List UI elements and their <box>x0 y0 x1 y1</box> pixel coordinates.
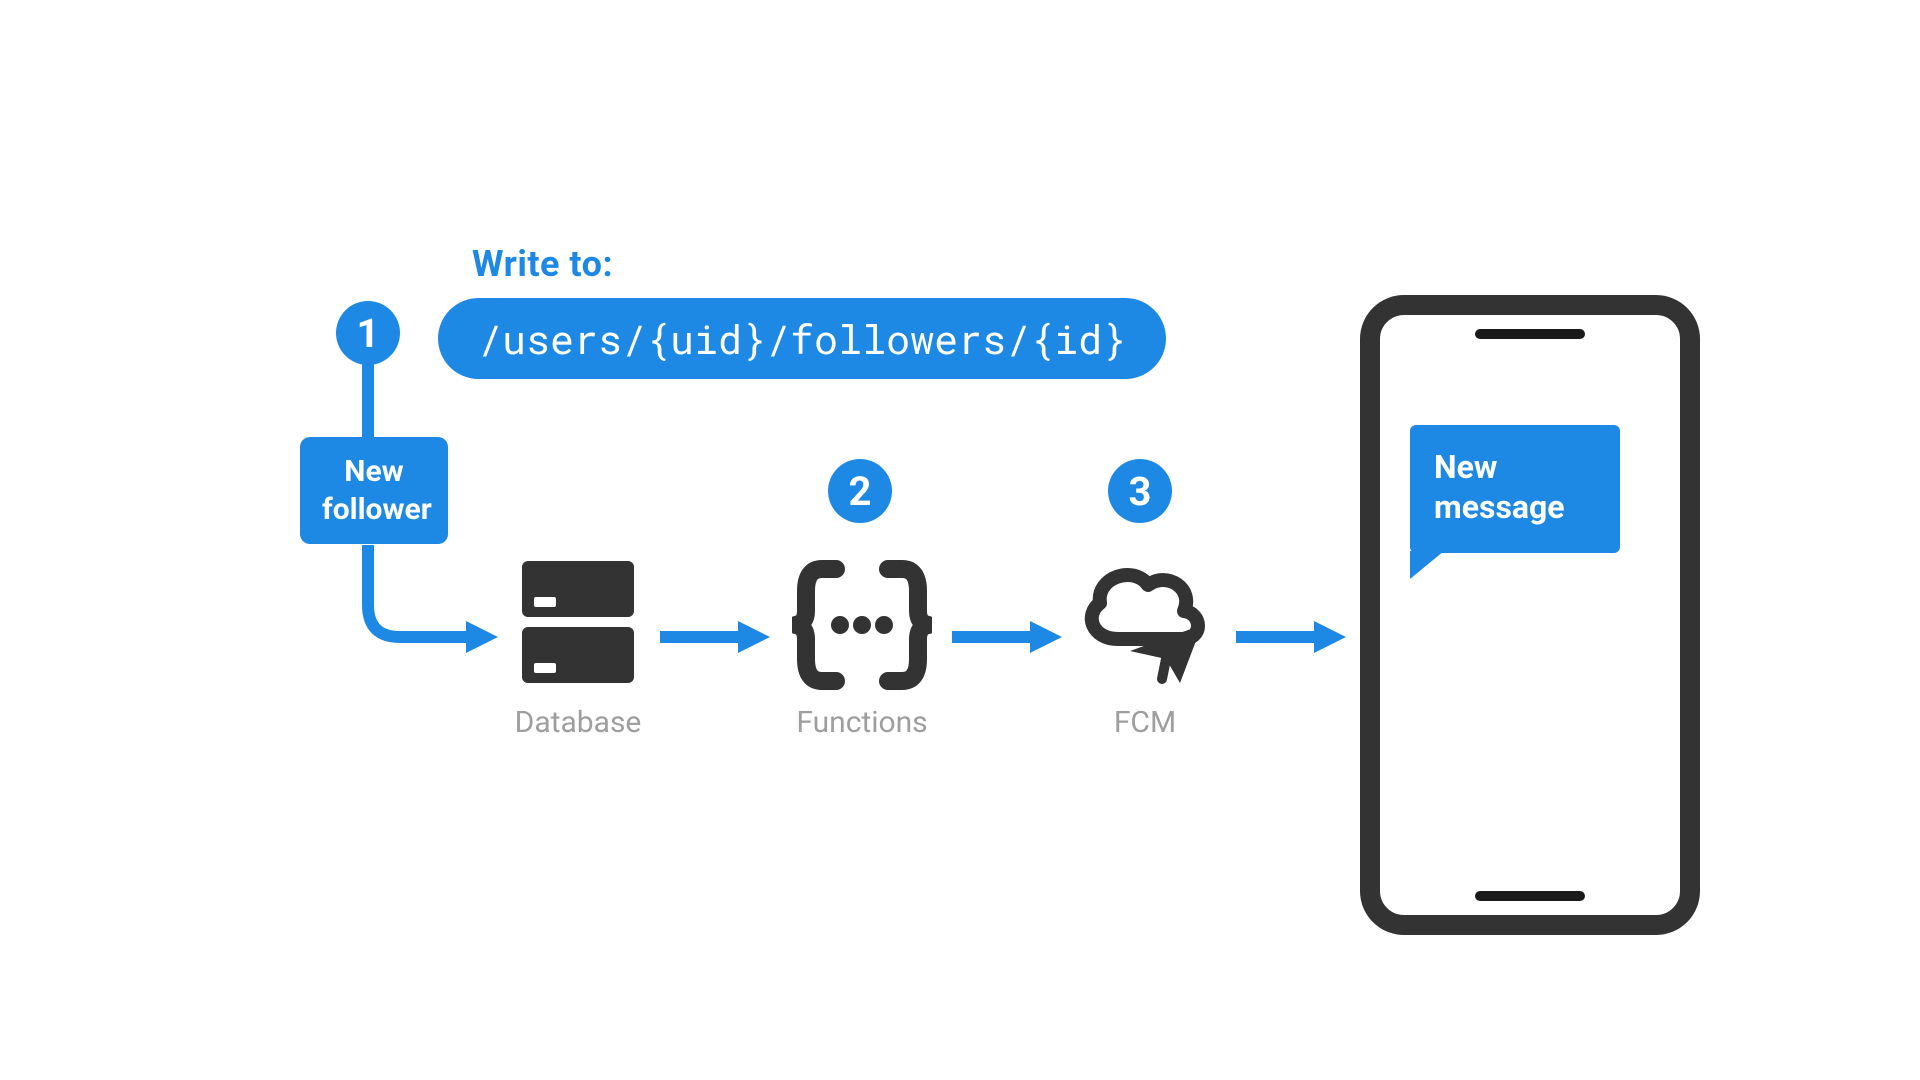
fcm-label: FCM <box>1070 705 1220 740</box>
notification-line2: message <box>1434 488 1565 526</box>
write-to-label: Write to: <box>472 243 613 285</box>
arrow-right-icon <box>952 621 1062 653</box>
new-follower-badge: New follower <box>300 437 448 544</box>
database-label: Database <box>498 705 658 740</box>
new-follower-line1: New <box>344 454 403 489</box>
arrow-right-icon <box>1236 621 1346 653</box>
database-path: /users/{uid}/followers/{id} <box>438 298 1166 379</box>
arrow-right-icon <box>660 621 770 653</box>
step-1-badge: 1 <box>336 301 400 365</box>
step-3-badge: 3 <box>1108 459 1172 523</box>
new-follower-line2: follower <box>322 492 432 527</box>
notification-line1: New <box>1434 448 1497 486</box>
step-2-badge: 2 <box>828 459 892 523</box>
fcm-icon <box>1072 555 1222 695</box>
connector-line <box>362 363 374 441</box>
database-icon <box>518 557 638 687</box>
phone-device-icon: New message <box>1360 295 1700 935</box>
notification-bubble: New message <box>1410 425 1620 553</box>
architecture-diagram: Write to: /users/{uid}/followers/{id} 1 … <box>240 135 1680 945</box>
functions-label: Functions <box>782 705 942 740</box>
arrow-curve-icon <box>358 545 498 665</box>
functions-icon <box>792 555 932 695</box>
